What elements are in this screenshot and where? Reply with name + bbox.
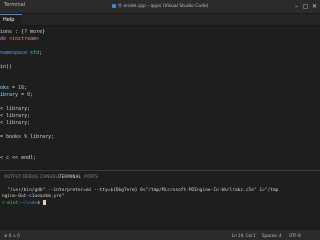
code-line: < c << endl; xyxy=(0,154,36,162)
code-token: ibrary xyxy=(0,92,22,98)
problems-indicator[interactable]: ⊗ 0 ⚠ 0 xyxy=(4,233,20,238)
editor-tab[interactable]: Help xyxy=(0,14,22,26)
vscode-icon xyxy=(111,3,116,8)
code-line: < library; xyxy=(0,119,30,127)
code-token: in() xyxy=(0,64,13,70)
terminal-prompt: r-mint:~/code$ xyxy=(2,200,46,207)
prompt-user: r-mint xyxy=(2,201,19,206)
encoding-setting[interactable]: UTF-8 xyxy=(289,233,301,238)
tab-debug-console[interactable]: DEBUG CONSOLE xyxy=(23,174,61,179)
code-line: namespace std; xyxy=(0,49,42,57)
editor-tab-strip: Help xyxy=(0,14,320,26)
maximize-button[interactable]: ▢ xyxy=(301,2,310,11)
code-token: = books % library; xyxy=(0,134,55,140)
close-button[interactable]: ✕ xyxy=(310,2,319,11)
code-editor[interactable]: ions : {? more} de <iostream> namespace st… xyxy=(0,26,320,166)
editor-tab-label: Help xyxy=(3,17,15,23)
code-token: de xyxy=(0,36,10,42)
tab-output[interactable]: OUTPUT xyxy=(4,174,22,179)
tab-terminal[interactable]: TERMINAL xyxy=(59,174,81,179)
code-line: = books % library; xyxy=(0,133,54,141)
terminal-cursor xyxy=(42,200,46,205)
cursor-position[interactable]: Ln 19, Col 1 xyxy=(232,233,256,238)
code-token: ; xyxy=(39,50,43,56)
code-line: de <iostream> xyxy=(0,35,39,43)
status-bar: ⊗ 0 ⚠ 0 Ln 19, Col 1 Spaces: 4 UTF-8 xyxy=(0,230,320,240)
panel-tab-bar: OUTPUT DEBUG CONSOLE TERMINAL PORTS xyxy=(0,170,320,181)
prompt-path: :~/code xyxy=(18,201,38,206)
code-token: <iostream> xyxy=(9,36,40,42)
code-token: std xyxy=(30,50,40,56)
title-bar: Terminal Ⓞ erode.cpp - apps (Visual Stud… xyxy=(0,0,320,14)
code-line: ibrary = 0; xyxy=(0,91,33,99)
code-token: ; xyxy=(30,92,34,98)
code-token: < c << endl; xyxy=(0,155,37,161)
window-title-text: Ⓞ erode.cpp - apps (Visual Studio Code) xyxy=(117,4,209,9)
terminal-panel[interactable]: "/usr/bin/gdb" --interpreter=mi --tty=${… xyxy=(0,180,320,230)
minimize-button[interactable]: – xyxy=(292,2,301,11)
window-title: Ⓞ erode.cpp - apps (Visual Studio Code) xyxy=(0,3,320,9)
indentation-setting[interactable]: Spaces: 4 xyxy=(262,233,281,238)
code-line: in() xyxy=(0,63,12,71)
code-token: namespace xyxy=(0,50,31,56)
tab-ports[interactable]: PORTS xyxy=(84,174,98,179)
code-token: < library; xyxy=(0,120,31,126)
